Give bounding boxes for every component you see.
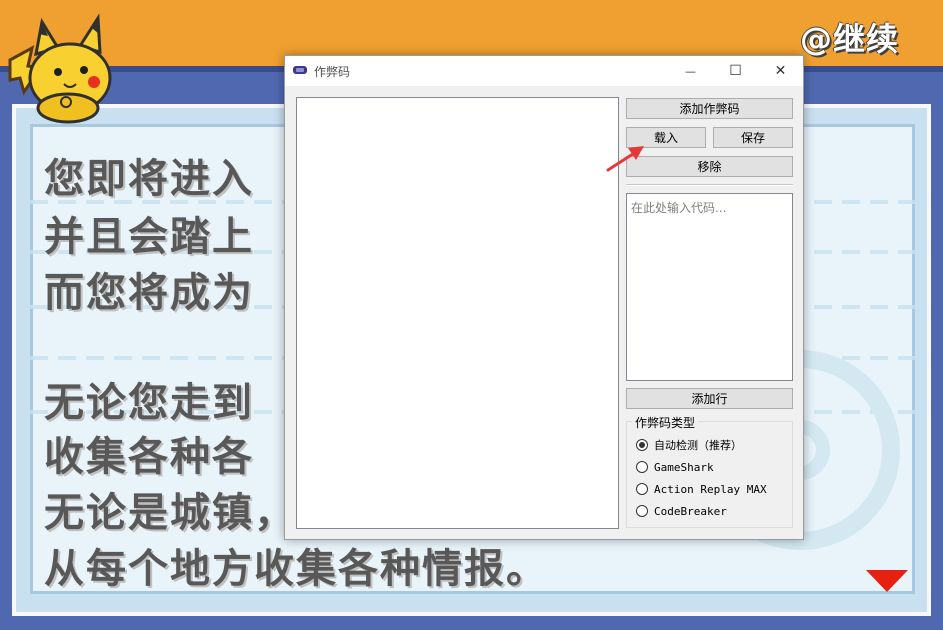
separator bbox=[626, 184, 793, 186]
radio-action-replay-max[interactable]: Action Replay MAX bbox=[636, 480, 767, 498]
pikachu-sprite bbox=[8, 13, 112, 124]
continue-label: @继续 bbox=[800, 20, 900, 58]
game-text-line: 而您将成为 bbox=[44, 270, 254, 316]
game-text-line: 并且会踏上 bbox=[44, 214, 254, 260]
minimize-button[interactable]: — bbox=[668, 56, 713, 86]
dialog-title: 作弊码 bbox=[314, 65, 351, 79]
code-input[interactable]: 在此处输入代码... bbox=[626, 193, 793, 381]
radio-label: 自动检测（推荐） bbox=[654, 439, 742, 452]
code-input-placeholder: 在此处输入代码... bbox=[631, 201, 727, 215]
radio-unchecked-icon[interactable] bbox=[636, 483, 648, 495]
game-text-line: 无论是城镇， bbox=[44, 490, 296, 536]
annotation-arrow-icon bbox=[606, 146, 644, 172]
game-text-line: 无论您走到 bbox=[44, 380, 254, 426]
cheat-dialog: 作弊码 — ☐ ✕ 添加作弊码 载入 保存 移除 在此处输入代码... 添加行 … bbox=[284, 55, 804, 540]
radio-label: Action Replay MAX bbox=[654, 482, 767, 496]
next-page-arrow-icon bbox=[866, 570, 908, 592]
radio-checked-icon[interactable] bbox=[636, 439, 648, 451]
app-icon bbox=[293, 66, 307, 74]
minimize-icon: — bbox=[685, 64, 696, 78]
cheat-list[interactable] bbox=[296, 97, 619, 529]
close-icon: ✕ bbox=[774, 63, 787, 79]
radio-auto-detect[interactable]: 自动检测（推荐） bbox=[636, 436, 742, 454]
radio-codebreaker[interactable]: CodeBreaker bbox=[636, 502, 727, 520]
maximize-button[interactable]: ☐ bbox=[713, 56, 758, 86]
game-text-line: 收集各种各 bbox=[44, 434, 254, 480]
radio-gameshark[interactable]: GameShark bbox=[636, 458, 714, 476]
cheat-type-legend: 作弊码类型 bbox=[632, 414, 699, 431]
game-text-line: 从每个地方收集各种情报。 bbox=[44, 546, 548, 592]
save-button[interactable]: 保存 bbox=[713, 127, 793, 148]
radio-unchecked-icon[interactable] bbox=[636, 505, 648, 517]
radio-unchecked-icon[interactable] bbox=[636, 461, 648, 473]
radio-label: CodeBreaker bbox=[654, 504, 727, 518]
maximize-icon: ☐ bbox=[729, 63, 742, 79]
remove-button[interactable]: 移除 bbox=[626, 156, 793, 177]
close-button[interactable]: ✕ bbox=[758, 56, 803, 86]
game-text-line: 您即将进入 bbox=[44, 156, 254, 202]
radio-label: GameShark bbox=[654, 460, 714, 474]
dialog-titlebar[interactable]: 作弊码 — ☐ ✕ bbox=[285, 56, 803, 86]
add-line-button[interactable]: 添加行 bbox=[626, 388, 793, 409]
add-cheat-button[interactable]: 添加作弊码 bbox=[626, 98, 793, 119]
